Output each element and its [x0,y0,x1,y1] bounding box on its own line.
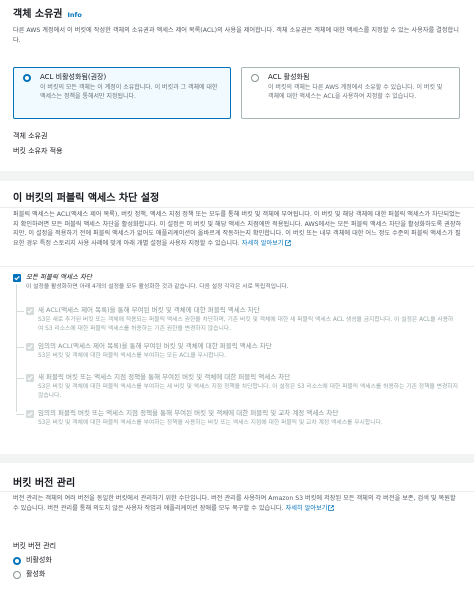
option-description: 이 버킷의 모든 객체는 이 계정이 소유합니다. 이 버킷과 그 객체에 대한… [40,84,218,100]
check-icon [27,375,33,381]
tree-tick [16,347,24,348]
learn-more-link[interactable]: 자세히 알아보기 [286,505,328,512]
sub-option-description-2: S3은 버킷 및 객체에 대한 퍼블릭 액세스를 부여하는 모든 ACL을 무시… [38,353,227,359]
divider [0,266,474,267]
sub-option-title-3: 새 퍼블릭 버킷 또는 액세스 지점 정책을 통해 부여된 버킷 및 객체에 대… [38,373,291,381]
sub-option-checkbox-1[interactable] [26,307,34,315]
bucket-versioning-panel: 버킷 버전 관리 버전 관리는 객체의 여러 버전을 동일한 버킷에서 관리하기… [0,463,474,595]
sub-option-description-1: S3은 새로 추가된 버킷 또는 객체에 적용되는 퍼블릭 액세스 권한을 차단… [38,317,454,332]
check-icon [27,308,33,314]
radio-versioning-disabled[interactable] [13,557,21,565]
sub-option-description-4: S3은 버킷 및 객체에 대한 퍼블릭 액세스를 부여하는 정책을 사용하는 버… [38,420,383,426]
block-public-access-panel: 이 버킷의 퍼블릭 액세스 차단 설정 퍼블릭 액세스는 ACL(액세스 제어 … [0,181,474,454]
sub-option-title-2: 임의의 ACL(액세스 제어 목록)을 통해 부여된 버킷 및 객체에 대한 퍼… [38,342,272,350]
versioning-option-label: 활성화 [26,570,46,578]
learn-more-link[interactable]: 자세히 알아보기 [242,240,284,247]
section-title-ownership: 객체 소유권 Info [13,9,82,20]
versioning-description: 버전 관리는 객체의 여러 버전을 동일한 버킷에서 관리하기 위한 수단입니다… [13,495,456,512]
option-description: 이 버킷의 객체는 다른 AWS 계정에서 소유할 수 있습니다. 이 버킷 및… [268,84,443,100]
public-access-description: 퍼블릭 액세스는 ACL(액세스 제어 목록), 버킷 정책, 액세스 지점 정… [13,211,462,247]
option-title: ACL 활성화됨 [268,73,310,81]
check-icon [27,344,33,350]
ownership-description: 다른 AWS 계정에서 이 버킷에 작성한 객체의 소유권과 액세스 제어 목록… [13,27,459,44]
option-title: ACL 비활성화됨(권장) [40,73,107,81]
sub-option-description-3: S3은 버킷 및 객체에 대한 퍼블릭 액세스를 부여하는 새 버킷 및 액세스… [38,384,458,399]
sub-option-title-4: 임의의 퍼블릭 버킷 또는 액세스 지점 정책을 통해 부여된 버킷 및 객체에… [38,409,339,417]
option-acl-disabled[interactable]: ACL 비활성화됨(권장) 이 버킷의 모든 객체는 이 계정이 소유합니다. … [13,67,231,119]
tree-line [16,284,17,412]
check-icon [14,275,20,281]
tree-tick [16,378,24,379]
radio-acl-disabled[interactable] [23,74,31,82]
sub-option-checkbox-3[interactable] [26,374,34,382]
ownership-field-label: 객체 소유권 [13,132,48,140]
sub-option-title-1: 새 ACL(액세스 제어 목록)을 통해 부여된 버킷 및 객체에 대한 퍼블릭… [38,306,260,314]
external-link-icon [328,504,335,511]
sub-option-checkbox-2[interactable] [26,343,34,351]
versioning-field-label: 버킷 버전 관리 [13,542,57,550]
block-all-checkbox[interactable] [13,274,21,282]
object-ownership-panel: 객체 소유권 Info 다른 AWS 계정에서 이 버킷에 작성한 객체의 소유권… [0,0,474,171]
ownership-field-value: 버킷 소유자 적용 [13,147,63,155]
section-title-versioning: 버킷 버전 관리 [13,478,76,489]
block-all-title: 모든 퍼블릭 액세스 차단 [26,273,92,281]
divider [0,491,474,492]
sub-option-checkbox-4[interactable] [26,410,34,418]
block-all-description: 이 설정을 활성화하면 아래 4개의 설정을 모두 활성화한 것과 같습니다. … [26,284,289,290]
versioning-option-label: 비활성화 [26,556,52,564]
info-link[interactable]: Info [67,11,81,19]
divider [0,207,474,208]
tree-tick [16,311,24,312]
check-icon [27,411,33,417]
radio-versioning-enabled[interactable] [13,571,21,579]
radio-acl-enabled[interactable] [251,74,259,82]
tree-tick [16,414,24,415]
external-link-icon [284,239,291,246]
section-title-public-access: 이 버킷의 퍼블릭 액세스 차단 설정 [13,193,160,204]
option-acl-enabled[interactable]: ACL 활성화됨 이 버킷의 객체는 다른 AWS 계정에서 소유할 수 있습니… [241,67,460,119]
